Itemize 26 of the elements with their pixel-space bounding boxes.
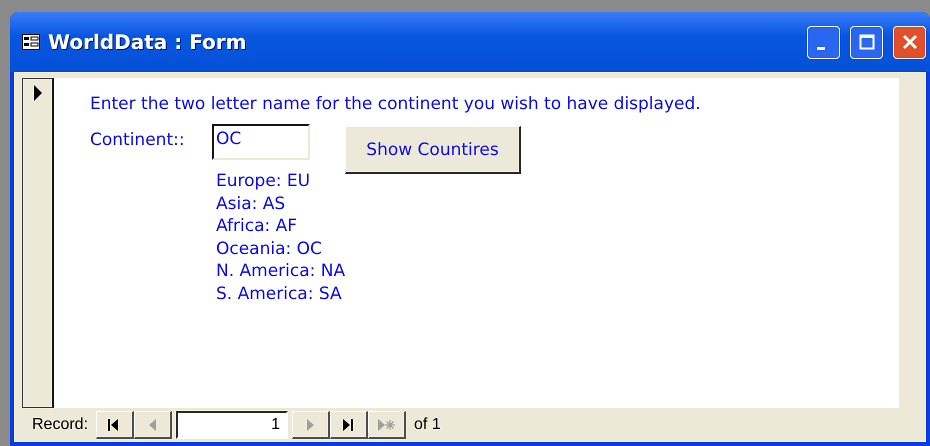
continent-label: Continent:: bbox=[90, 130, 186, 150]
current-record-icon bbox=[32, 85, 42, 101]
window-title: WorldData : Form bbox=[48, 30, 248, 54]
continent-code: Asia: AS bbox=[216, 192, 286, 215]
minimize-icon bbox=[816, 46, 824, 50]
continent-code: Europe: EU bbox=[216, 170, 312, 192]
record-count: of 1 bbox=[414, 416, 441, 434]
close-icon bbox=[902, 34, 918, 50]
maximize-button[interactable] bbox=[850, 26, 883, 58]
show-countries-button[interactable]: Show Countires bbox=[345, 126, 521, 174]
continent-code: N. America: NA bbox=[216, 260, 346, 282]
continent-code: Oceania: OC bbox=[216, 238, 323, 260]
record-number-field[interactable]: 1 bbox=[176, 411, 288, 439]
first-record-button[interactable] bbox=[96, 411, 134, 439]
maximize-icon bbox=[858, 34, 874, 50]
continent-field[interactable]: OC bbox=[212, 124, 310, 160]
continent-code: S. America: SA bbox=[216, 282, 343, 305]
last-record-button[interactable] bbox=[330, 411, 368, 439]
form-icon bbox=[22, 34, 40, 50]
record-label: Record: bbox=[32, 416, 88, 434]
instruction-text: Enter the two letter name for the continent you wish to have displayed. bbox=[90, 94, 702, 114]
continent-code: Africa: AF bbox=[216, 215, 298, 238]
new-record-icon bbox=[376, 416, 397, 432]
minimize-button[interactable] bbox=[807, 26, 840, 58]
close-button[interactable] bbox=[893, 26, 926, 58]
record-selector[interactable] bbox=[22, 78, 54, 408]
